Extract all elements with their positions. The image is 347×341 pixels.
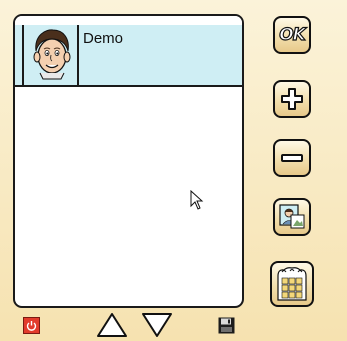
mouse-pointer-icon [190, 190, 204, 210]
down-arrow-icon [142, 313, 172, 337]
power-button[interactable] [23, 317, 40, 334]
up-arrow-icon [97, 313, 127, 337]
ok-button[interactable]: OK [273, 16, 311, 54]
plus-icon [281, 88, 303, 110]
save-button[interactable] [218, 317, 235, 334]
remove-button[interactable] [273, 139, 311, 177]
photo-icon [279, 204, 305, 229]
row-divider [22, 25, 24, 85]
keypad-button[interactable] [270, 261, 314, 307]
keypad-icon [277, 267, 307, 301]
photo-button[interactable] [273, 198, 311, 236]
power-icon [26, 321, 37, 331]
bottom-toolbar [0, 310, 347, 341]
row-divider [77, 25, 79, 85]
ok-label: OK [279, 24, 307, 45]
cartoon-face-avatar-icon [33, 29, 71, 80]
user-name: Demo [83, 30, 124, 47]
add-button[interactable] [273, 80, 311, 118]
floppy-disk-icon [218, 317, 235, 334]
minus-icon [281, 154, 303, 162]
user-row-selected[interactable]: Demo [15, 25, 242, 87]
down-arrow-button[interactable] [141, 312, 173, 338]
user-list[interactable]: Demo [13, 14, 244, 308]
up-arrow-button[interactable] [96, 312, 128, 338]
